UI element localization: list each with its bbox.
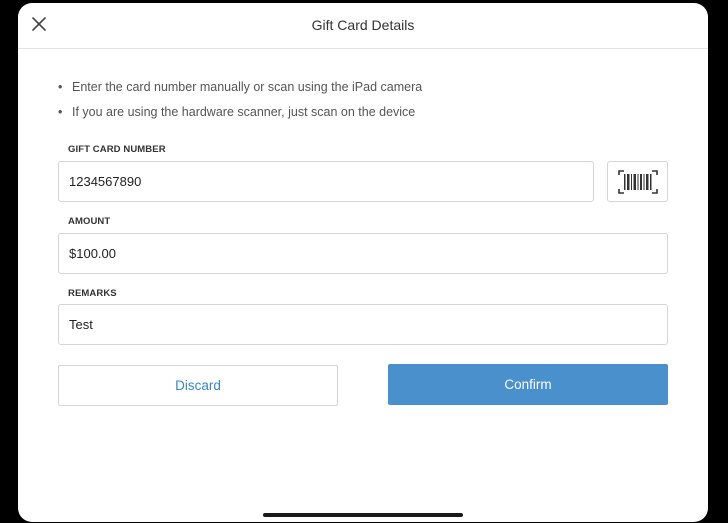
instruction-item: • Enter the card number manually or scan …	[58, 75, 678, 100]
gift-card-number-label: GIFT CARD NUMBER	[68, 144, 166, 155]
modal-title: Gift Card Details	[311, 17, 415, 33]
barcode-scan-icon	[617, 169, 658, 194]
instruction-item: • If you are using the hardware scanner, …	[58, 100, 678, 125]
amount-input[interactable]: $100.00	[58, 233, 668, 274]
device-frame: Gift Card Details • Enter the card number…	[0, 0, 728, 523]
amount-value: $100.00	[69, 246, 116, 261]
instructions-list: • Enter the card number manually or scan …	[58, 75, 678, 125]
instruction-text: If you are using the hardware scanner, j…	[72, 105, 416, 119]
gift-card-details-modal: Gift Card Details • Enter the card number…	[18, 3, 708, 522]
close-button[interactable]	[28, 13, 50, 35]
bullet: •	[58, 80, 63, 94]
confirm-button[interactable]: Confirm	[388, 364, 668, 405]
close-icon	[32, 17, 46, 31]
amount-label: AMOUNT	[68, 216, 111, 227]
gift-card-number-input[interactable]: 1234567890	[58, 161, 594, 202]
gift-card-number-value: 1234567890	[69, 174, 142, 189]
remarks-value: Test	[69, 317, 93, 332]
discard-button[interactable]: Discard	[58, 365, 338, 406]
bullet: •	[58, 105, 63, 119]
scan-barcode-button[interactable]	[607, 161, 668, 202]
modal-header: Gift Card Details	[18, 3, 708, 49]
remarks-label: REMARKS	[68, 288, 117, 299]
instruction-text: Enter the card number manually or scan u…	[72, 80, 423, 94]
home-indicator[interactable]	[263, 513, 463, 517]
remarks-input[interactable]: Test	[58, 304, 668, 345]
